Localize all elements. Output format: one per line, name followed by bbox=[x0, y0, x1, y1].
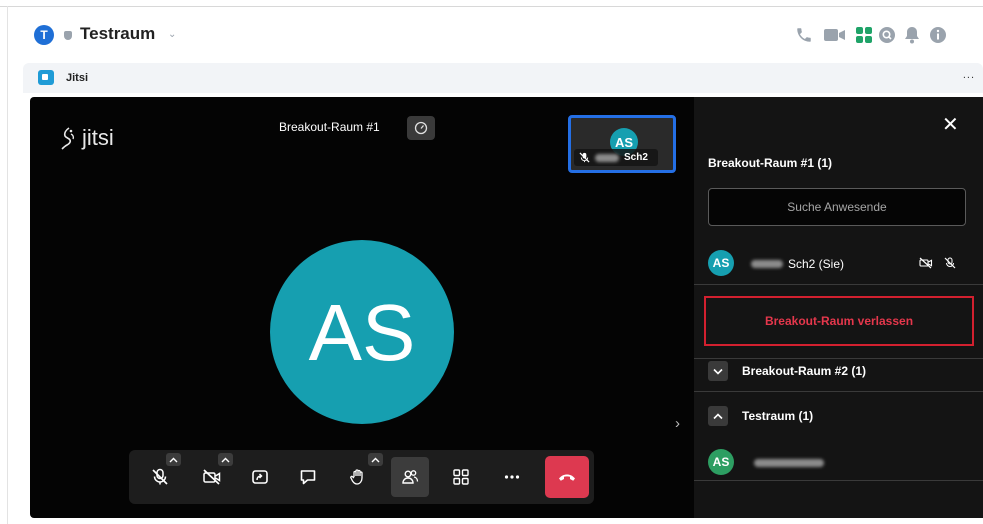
participants-button[interactable] bbox=[391, 457, 429, 497]
chevron-up-icon[interactable] bbox=[708, 406, 728, 426]
chat-icon bbox=[300, 470, 316, 485]
conference-toolbar bbox=[129, 450, 594, 504]
main-room-row[interactable]: Testraum (1) bbox=[708, 405, 813, 427]
divider bbox=[694, 358, 983, 359]
chevron-up-icon[interactable] bbox=[368, 453, 383, 466]
chat-button[interactable] bbox=[289, 457, 327, 497]
room-row-label: Breakout-Raum #2 (1) bbox=[742, 364, 867, 378]
camera-off-icon bbox=[919, 257, 933, 269]
thumbnail-name: Sch2 bbox=[624, 152, 648, 163]
speedometer-icon[interactable] bbox=[407, 116, 435, 140]
video-widget-icon bbox=[38, 70, 54, 85]
participant-avatar: AS bbox=[708, 250, 734, 276]
chevron-down-icon[interactable]: ⌄ bbox=[168, 29, 176, 40]
search-icon[interactable] bbox=[877, 25, 897, 45]
participant-status-icons bbox=[919, 257, 956, 269]
blurred-name bbox=[751, 260, 783, 268]
blurred-name bbox=[754, 459, 824, 467]
jitsi-logo-icon bbox=[61, 127, 75, 150]
blurred-name bbox=[595, 153, 619, 162]
main-speaker-avatar: AS bbox=[270, 240, 454, 424]
thumbnail-name-bar: Sch2 bbox=[574, 149, 658, 166]
divider bbox=[694, 391, 983, 392]
room-avatar[interactable]: T bbox=[34, 25, 54, 45]
participant-thumbnail[interactable]: AS Sch2 bbox=[568, 115, 676, 173]
divider bbox=[694, 284, 983, 285]
mic-muted-icon bbox=[579, 152, 590, 163]
chevron-up-icon[interactable] bbox=[166, 453, 181, 466]
mic-muted-icon bbox=[152, 468, 168, 485]
hangup-icon bbox=[559, 474, 575, 481]
mic-muted-icon bbox=[944, 257, 956, 269]
participant-row[interactable]: AS bbox=[708, 448, 970, 478]
room-name[interactable]: Testraum bbox=[80, 24, 155, 44]
participant-avatar: AS bbox=[708, 449, 734, 475]
share-screen-button[interactable] bbox=[241, 457, 279, 497]
breakout-room-row[interactable]: Breakout-Raum #2 (1) bbox=[708, 360, 866, 382]
close-icon[interactable]: ✕ bbox=[942, 115, 959, 135]
jitsi-conference: jitsi Breakout-Raum #1 AS Sch2 AS › ✕ Br… bbox=[30, 97, 983, 518]
camera-off-icon bbox=[203, 469, 221, 485]
tile-view-icon bbox=[453, 469, 469, 485]
panel-heading: Breakout-Raum #1 (1) bbox=[708, 156, 833, 170]
room-row-label: Testraum (1) bbox=[742, 409, 814, 423]
chevron-right-icon[interactable]: › bbox=[675, 415, 680, 432]
raise-hand-icon bbox=[350, 469, 363, 485]
leave-breakout-label: Breakout-Raum verlassen bbox=[764, 314, 914, 328]
participants-icon bbox=[402, 470, 419, 484]
widget-bar: Jitsi ... bbox=[23, 63, 983, 93]
phone-icon[interactable] bbox=[794, 25, 814, 45]
info-icon[interactable] bbox=[928, 25, 948, 45]
more-actions-button[interactable] bbox=[493, 457, 531, 497]
participant-search-input[interactable]: Suche Anwesende bbox=[708, 188, 966, 226]
room-header: T Testraum ⌄ bbox=[8, 7, 983, 59]
divider bbox=[694, 480, 983, 481]
widget-more-button[interactable]: ... bbox=[963, 69, 975, 81]
video-icon[interactable] bbox=[822, 25, 848, 45]
tile-view-button[interactable] bbox=[442, 457, 480, 497]
conference-room-title: Breakout-Raum #1 bbox=[279, 120, 380, 134]
apps-grid-icon[interactable] bbox=[854, 25, 874, 45]
jitsi-logo-text: jitsi bbox=[82, 125, 114, 150]
leave-breakout-button[interactable]: Breakout-Raum verlassen bbox=[704, 296, 974, 346]
participant-row[interactable]: AS Sch2 (Sie) bbox=[708, 249, 970, 279]
more-icon bbox=[504, 475, 520, 479]
hangup-button[interactable] bbox=[545, 456, 589, 498]
bell-icon[interactable] bbox=[902, 25, 922, 45]
share-screen-icon bbox=[252, 470, 268, 484]
widget-title: Jitsi bbox=[66, 72, 89, 84]
participant-name: Sch2 (Sie) bbox=[788, 257, 845, 271]
participants-panel: ✕ Breakout-Raum #1 (1) Suche Anwesende A… bbox=[694, 97, 983, 518]
chevron-down-icon[interactable] bbox=[708, 361, 728, 381]
jitsi-logo: jitsi bbox=[59, 125, 114, 151]
left-divider bbox=[7, 6, 8, 524]
shield-icon bbox=[64, 31, 72, 40]
chevron-up-icon[interactable] bbox=[218, 453, 233, 466]
